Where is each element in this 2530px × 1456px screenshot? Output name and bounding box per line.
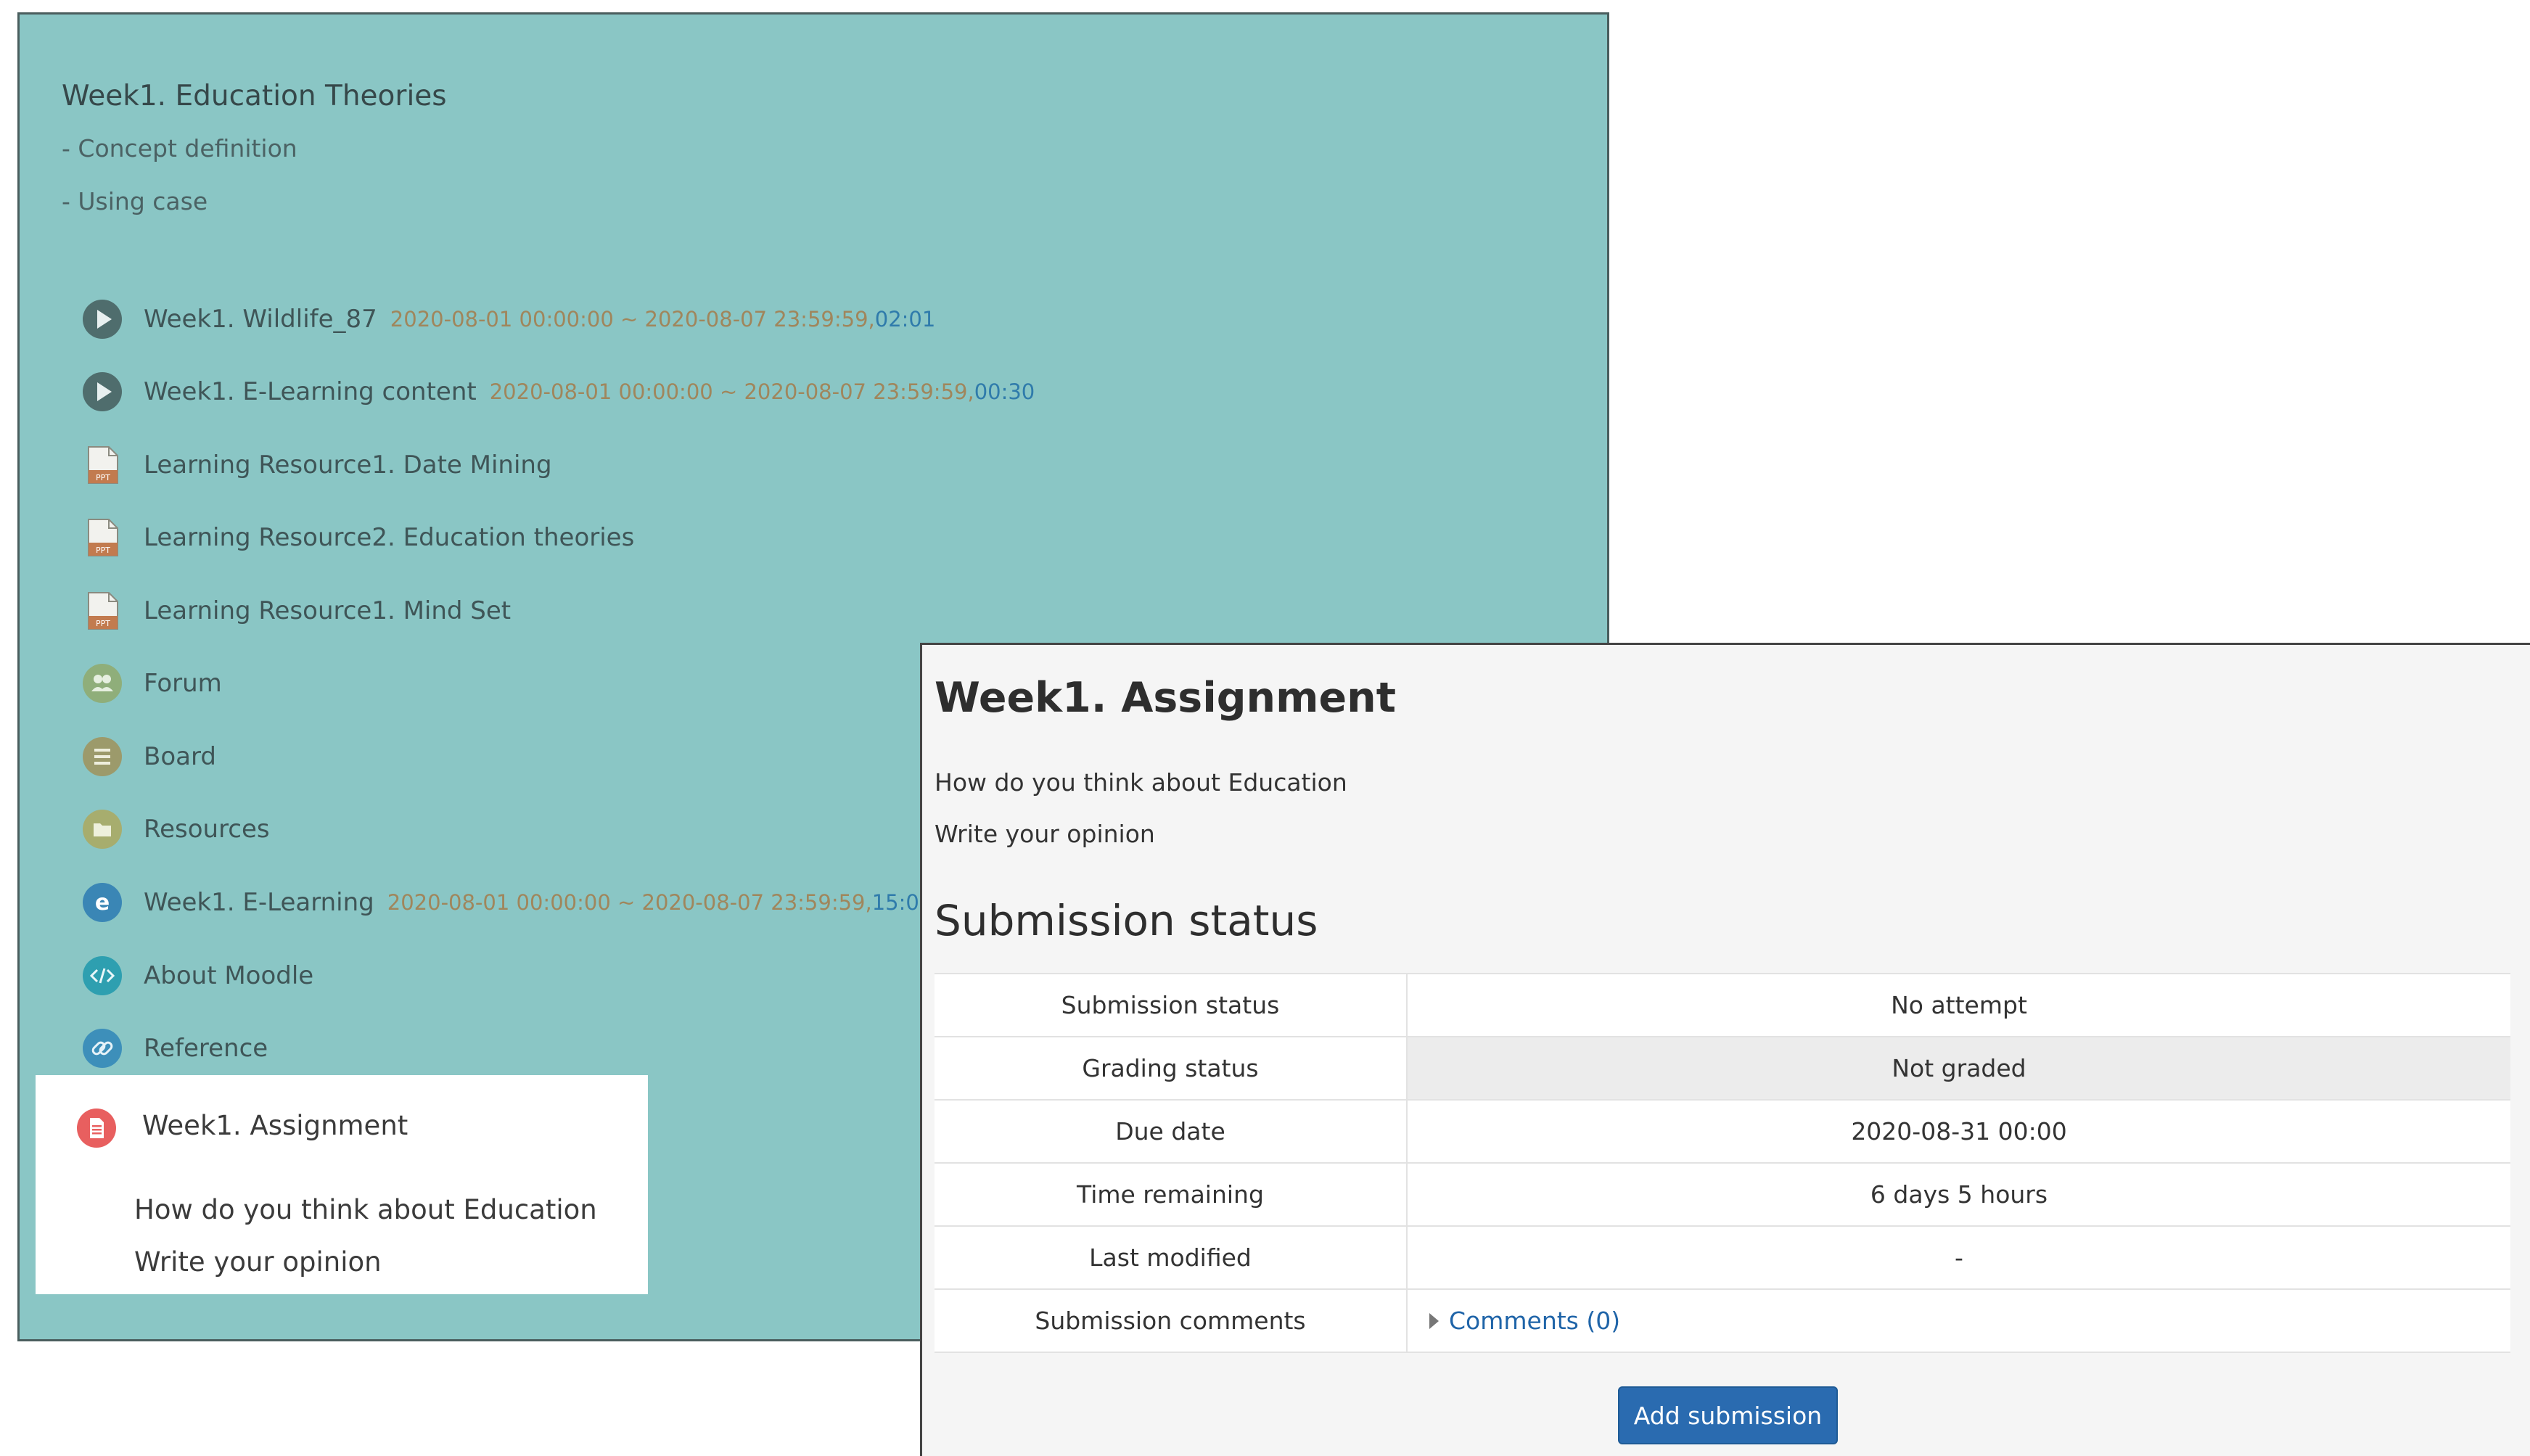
row-label: Submission status bbox=[935, 974, 1408, 1037]
activity-name[interactable]: Learning Resource1. Mind Set bbox=[144, 596, 511, 625]
activity-name[interactable]: Week1. E-Learning bbox=[144, 888, 374, 917]
assignment-card-title[interactable]: Week1. Assignment bbox=[142, 1110, 408, 1141]
svg-text:e: e bbox=[95, 890, 110, 916]
activity-forum[interactable]: Forum bbox=[81, 658, 222, 709]
assignment-detail-panel: Week1. Assignment How do you think about… bbox=[920, 643, 2530, 1456]
row-value: No attempt bbox=[1407, 974, 2510, 1037]
activity-dates: 2020-08-01 00:00:00 ~ 2020-08-07 23:59:5… bbox=[390, 307, 875, 332]
activity-name[interactable]: Week1. Wildlife_87 bbox=[144, 305, 377, 334]
submission-status-table: Submission status No attempt Grading sta… bbox=[935, 973, 2510, 1353]
row-value: Not graded bbox=[1407, 1037, 2510, 1100]
board-icon bbox=[81, 736, 123, 778]
submission-status-heading: Submission status bbox=[935, 896, 1318, 945]
svg-text:PPT: PPT bbox=[96, 546, 110, 555]
ppt-file-icon: PPT bbox=[81, 444, 123, 486]
activity-resource-date-mining[interactable]: PPT Learning Resource1. Date Mining bbox=[81, 440, 552, 490]
activity-name[interactable]: About Moodle bbox=[144, 961, 313, 990]
ppt-file-icon: PPT bbox=[81, 517, 123, 559]
activity-resources[interactable]: Resources bbox=[81, 804, 270, 855]
activity-elearning-content[interactable]: Week1. E-Learning content 2020-08-01 00:… bbox=[81, 366, 1035, 417]
activity-dates: 2020-08-01 00:00:00 ~ 2020-08-07 23:59:5… bbox=[387, 890, 872, 915]
assignment-description-line: Write your opinion bbox=[935, 820, 1155, 848]
row-label: Grading status bbox=[935, 1037, 1408, 1100]
play-icon bbox=[81, 371, 123, 413]
row-value: 6 days 5 hours bbox=[1407, 1163, 2510, 1226]
link-icon bbox=[81, 1027, 123, 1069]
row-value: - bbox=[1407, 1226, 2510, 1289]
section-desc-line: - Using case bbox=[62, 187, 208, 215]
activity-elearning[interactable]: e Week1. E-Learning 2020-08-01 00:00:00 … bbox=[81, 877, 932, 928]
activity-wildlife-video[interactable]: Week1. Wildlife_87 2020-08-01 00:00:00 ~… bbox=[81, 294, 935, 345]
activity-name[interactable]: Learning Resource2. Education theories bbox=[144, 523, 634, 552]
row-label: Time remaining bbox=[935, 1163, 1408, 1226]
activity-duration: 00:30 bbox=[974, 379, 1035, 404]
activity-name[interactable]: Learning Resource1. Date Mining bbox=[144, 451, 552, 480]
activity-duration: 02:01 bbox=[874, 307, 936, 332]
assignment-description-line: How do you think about Education bbox=[935, 768, 1347, 797]
code-icon bbox=[81, 955, 123, 997]
table-row: Submission comments Comments (0) bbox=[935, 1289, 2510, 1352]
comments-toggle-link[interactable]: Comments (0) bbox=[1429, 1307, 1620, 1335]
row-label: Last modified bbox=[935, 1226, 1408, 1289]
svg-text:PPT: PPT bbox=[96, 619, 110, 628]
assignment-card-line: Write your opinion bbox=[134, 1246, 382, 1278]
activity-resource-education-theories[interactable]: PPT Learning Resource2. Education theori… bbox=[81, 512, 634, 563]
section-title: Week1. Education Theories bbox=[62, 80, 447, 112]
ppt-file-icon: PPT bbox=[81, 590, 123, 632]
forum-icon bbox=[81, 662, 123, 704]
row-label: Submission comments bbox=[935, 1289, 1408, 1352]
table-row: Time remaining 6 days 5 hours bbox=[935, 1163, 2510, 1226]
caret-right-icon bbox=[1429, 1312, 1439, 1329]
row-value: 2020-08-31 00:00 bbox=[1407, 1100, 2510, 1163]
page-title: Week1. Assignment bbox=[935, 674, 1396, 722]
assignment-activity-card[interactable]: Week1. Assignment How do you think about… bbox=[36, 1075, 648, 1294]
folder-icon bbox=[81, 808, 123, 850]
activity-about-moodle[interactable]: About Moodle bbox=[81, 950, 313, 1001]
activity-name[interactable]: Resources bbox=[144, 815, 270, 844]
activity-resource-mind-set[interactable]: PPT Learning Resource1. Mind Set bbox=[81, 585, 511, 636]
table-row: Submission status No attempt bbox=[935, 974, 2510, 1037]
activity-name[interactable]: Week1. E-Learning content bbox=[144, 377, 477, 406]
svg-text:PPT: PPT bbox=[96, 473, 110, 482]
activity-board[interactable]: Board bbox=[81, 731, 216, 782]
elearning-icon: e bbox=[81, 881, 123, 924]
table-row: Last modified - bbox=[935, 1226, 2510, 1289]
table-row: Grading status Not graded bbox=[935, 1037, 2510, 1100]
row-label: Due date bbox=[935, 1100, 1408, 1163]
activity-name[interactable]: Reference bbox=[144, 1034, 268, 1063]
row-value: Comments (0) bbox=[1407, 1289, 2510, 1352]
activity-name[interactable]: Forum bbox=[144, 669, 222, 698]
table-row: Due date 2020-08-31 00:00 bbox=[935, 1100, 2510, 1163]
assignment-icon bbox=[75, 1107, 118, 1149]
play-icon bbox=[81, 298, 123, 340]
comments-link-label[interactable]: Comments (0) bbox=[1449, 1307, 1620, 1335]
assignment-card-line: How do you think about Education bbox=[134, 1194, 597, 1225]
activity-dates: 2020-08-01 00:00:00 ~ 2020-08-07 23:59:5… bbox=[489, 379, 974, 404]
add-submission-button[interactable]: Add submission bbox=[1618, 1386, 1838, 1444]
activity-name[interactable]: Board bbox=[144, 742, 216, 771]
section-desc-line: - Concept definition bbox=[62, 134, 297, 163]
activity-reference[interactable]: Reference bbox=[81, 1023, 268, 1074]
